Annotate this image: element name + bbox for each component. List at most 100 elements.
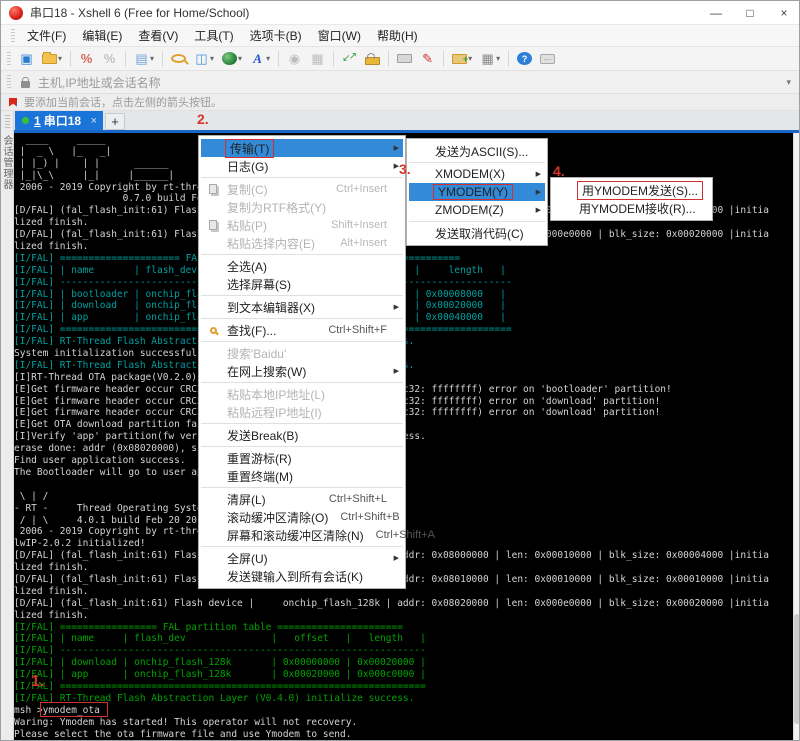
menubar-item[interactable]: 编辑(E) — [74, 26, 130, 46]
menu-item[interactable]: 发送键输入到所有会话(K) — [201, 567, 403, 585]
dropdown-caret-icon[interactable]: ▾ — [150, 54, 154, 63]
menubar-item[interactable]: 窗口(W) — [310, 26, 369, 46]
dropdown-caret-icon[interactable]: ▾ — [266, 54, 270, 63]
menu-item-label: 重置终端(M) — [225, 468, 295, 485]
menu-item[interactable]: 屏幕和滚动缓冲区清除(N)Ctrl+Shift+A — [201, 526, 403, 544]
highlight-pen-button[interactable] — [417, 49, 438, 69]
menu-item[interactable]: 在网上搜索(W)▶ — [201, 362, 403, 380]
menu-item-label: 重置游标(R) — [225, 450, 294, 467]
grid-button[interactable]: ▾ — [477, 49, 503, 69]
address-input[interactable]: 主机,IP地址或会话名称 — [38, 74, 161, 91]
menu-item[interactable]: 日志(G)▶ — [201, 157, 403, 175]
menu-separator — [409, 221, 545, 222]
menu-item[interactable]: 用YMODEM发送(S)... — [553, 181, 710, 199]
menu-shortcut: Ctrl+Shift+B — [330, 511, 399, 523]
flag-icon — [9, 98, 17, 107]
menu-item-label: XMODEM(X) — [433, 167, 507, 181]
menu-item-label: 搜索'Baidu' — [225, 345, 288, 362]
dropdown-caret-icon[interactable]: ▾ — [496, 54, 500, 63]
menu-item-label: 用YMODEM接收(R)... — [577, 200, 698, 217]
new-file-icon — [452, 54, 467, 64]
menu-item[interactable]: 发送为ASCII(S)... — [409, 142, 545, 160]
disconnect-button[interactable] — [76, 49, 97, 69]
toolbar-separator — [388, 51, 389, 67]
menu-item-label: 在网上搜索(W) — [225, 363, 308, 380]
submenu-arrow-icon: ▶ — [394, 554, 399, 562]
menu-item[interactable]: 传输(T)▶ — [201, 139, 403, 157]
menu-item[interactable]: 到文本编辑器(X)▶ — [201, 298, 403, 316]
notice-text: 要添加当前会话，点击左侧的箭头按钮。 — [24, 94, 222, 110]
menu-item[interactable]: 滚动缓冲区清除(O)Ctrl+Shift+B — [201, 508, 403, 526]
tab-close-icon[interactable]: × — [89, 115, 99, 127]
menu-item[interactable]: 重置终端(M) — [201, 467, 403, 485]
reconnect-button[interactable] — [99, 49, 120, 69]
menubar-item[interactable]: 文件(F) — [19, 26, 74, 46]
menu-separator — [201, 254, 403, 255]
close-button[interactable]: × — [767, 1, 800, 25]
new-file-button[interactable]: ▾ — [449, 49, 475, 69]
help-button[interactable] — [514, 49, 535, 69]
menu-item-label: 到文本编辑器(X) — [225, 299, 317, 316]
menu-item[interactable]: XMODEM(X) ▶ — [409, 165, 545, 183]
minimize-button[interactable]: — — [699, 1, 733, 25]
fullscreen-button[interactable] — [339, 49, 360, 69]
new-tab-button[interactable]: + — [105, 113, 125, 130]
open-session-button[interactable]: ▾ — [39, 49, 65, 69]
b-button[interactable] — [307, 49, 328, 69]
maximize-button[interactable]: □ — [733, 1, 767, 25]
menu-item-label: 日志(G) — [225, 158, 270, 175]
menu-item-label: 传输(T) — [225, 139, 274, 158]
dropdown-caret-icon[interactable]: ▾ — [210, 54, 214, 63]
menu-item[interactable]: ZMODEM(Z)▶ — [409, 201, 545, 219]
menu-item[interactable]: 发送取消代码(C) — [409, 224, 545, 242]
menubar-item[interactable]: 工具(T) — [186, 26, 241, 46]
menu-item-label: 发送Break(B) — [225, 427, 300, 444]
menu-item[interactable]: 用YMODEM接收(R)... — [553, 199, 710, 217]
menubar-item[interactable]: 查看(V) — [130, 26, 186, 46]
web-button[interactable]: ▾ — [219, 49, 245, 69]
lock-button[interactable] — [362, 49, 383, 69]
vertical-scrollbar[interactable] — [793, 133, 800, 741]
context-menu: 传输(T)▶日志(G)▶复制(C)Ctrl+Insert复制为RTF格式(Y)粘… — [198, 135, 406, 589]
dropdown-caret-icon[interactable]: ▾ — [238, 54, 242, 63]
menu-item[interactable]: 选择屏幕(S) — [201, 275, 403, 293]
menu-item-label: 选择屏幕(S) — [225, 276, 293, 293]
connected-dot-icon — [22, 117, 29, 124]
menubar-item[interactable]: 选项卡(B) — [242, 26, 310, 46]
menu-item-label: 滚动缓冲区清除(O) — [225, 509, 330, 526]
keyboard-button[interactable] — [394, 49, 415, 69]
grid-icon — [480, 51, 495, 67]
dropdown-caret-icon[interactable]: ▾ — [468, 54, 472, 63]
menu-item[interactable]: 全选(A) — [201, 257, 403, 275]
layout-button[interactable]: ▾ — [191, 49, 217, 69]
font-button[interactable]: ▾ — [247, 49, 273, 69]
find-button[interactable] — [168, 49, 189, 69]
b-gray-icon — [310, 51, 325, 67]
terminal-line: msh >ymodem_ota — [14, 705, 793, 717]
toolbar-separator — [162, 51, 163, 67]
new-session-button[interactable] — [16, 49, 37, 69]
dropdown-caret-icon[interactable]: ▾ — [58, 54, 62, 63]
menu-item[interactable]: 发送Break(B) — [201, 426, 403, 444]
menu-shortcut: Ctrl+Shift+L — [319, 493, 387, 505]
menu-item[interactable]: YMODEM(Y)▶ — [409, 183, 545, 201]
menu-item[interactable]: 清屏(L)Ctrl+Shift+L — [201, 490, 403, 508]
menu-item[interactable]: 重置游标(R) — [201, 449, 403, 467]
menu-item-label: 全选(A) — [225, 258, 269, 275]
message-button[interactable] — [537, 49, 558, 69]
menu-separator — [201, 382, 403, 383]
submenu-arrow-icon: ▶ — [536, 170, 541, 178]
tab-serial-18[interactable]: 1 串口18 × — [15, 111, 103, 130]
xshell-window: 串口18 - Xshell 6 (Free for Home/School) —… — [0, 0, 800, 741]
menu-item[interactable]: 查找(F)...Ctrl+Shift+F — [201, 321, 403, 339]
session-manager-label[interactable]: 会话管理器 — [1, 135, 14, 190]
session-properties-button[interactable]: ▾ — [131, 49, 157, 69]
scrollbar-thumb[interactable] — [794, 614, 800, 724]
menubar-item[interactable]: 帮助(H) — [369, 26, 426, 46]
xshell-button[interactable] — [284, 49, 305, 69]
menu-item[interactable]: 全屏(U)▶ — [201, 549, 403, 567]
address-dropdown-icon[interactable]: ▾ — [786, 77, 795, 88]
address-bar[interactable]: 主机,IP地址或会话名称 ▾ — [1, 71, 800, 94]
submenu-arrow-icon: ▶ — [536, 188, 541, 196]
lock-icon — [21, 81, 30, 88]
